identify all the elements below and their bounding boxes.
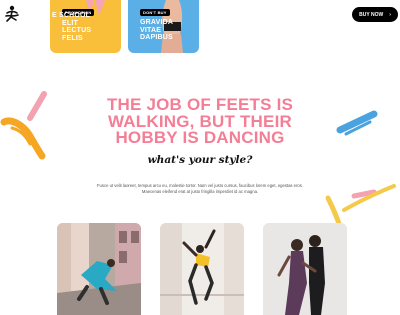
buy-now-label: BUY NOW [359, 11, 384, 18]
buy-now-button[interactable]: BUY NOW › [352, 7, 398, 22]
promo-card[interactable]: DON'T BUY GRAVIDA VITAE DAPIBUS [128, 0, 199, 53]
card-tag: DON'T BUY [140, 9, 170, 16]
card-title: GRAVIDA VITAE DAPIBUS [140, 19, 174, 41]
dancer-photo-ballet[interactable] [160, 223, 244, 315]
hero-tagline: what's your style? [147, 154, 253, 166]
promo-card[interactable]: PROMOTION E SCHOOL ELIT LECTUS FELIS [50, 0, 121, 53]
dancer-photo-breakdance[interactable] [57, 223, 141, 315]
hero-description: Fusce ut velit laoreet, tempus arcu eu, … [97, 183, 303, 195]
brush-stroke-left-decoration [0, 91, 47, 160]
dancer-logo-icon[interactable] [4, 5, 20, 23]
card-title: E SCHOOL ELIT LECTUS FELIS [52, 12, 92, 42]
chevron-right-icon: › [389, 11, 391, 18]
hero-headline: THE JOB OF FEETS IS WALKING, BUT THEIR H… [106, 95, 294, 147]
dancer-photo-couple[interactable] [263, 223, 347, 315]
brush-stroke-blue-decoration [336, 110, 378, 136]
